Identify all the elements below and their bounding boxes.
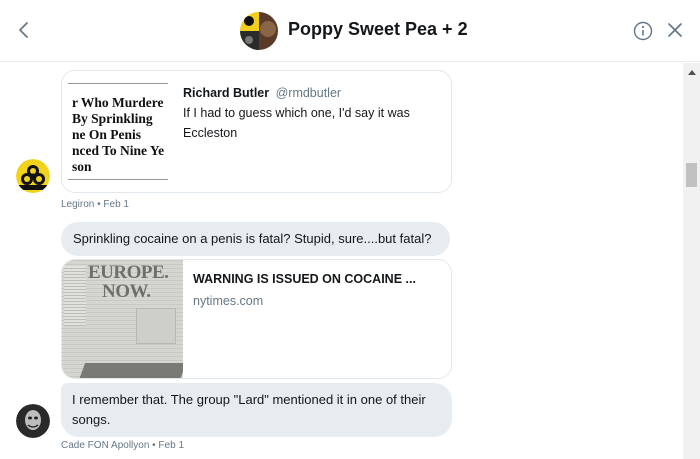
message-bubble: I remember that. The group "Lard" mentio… [61, 383, 452, 437]
tweet-author-handle[interactable]: @rmdbutler [276, 86, 342, 100]
mask-icon [16, 404, 50, 438]
headline-line: nced To Nine Ye [72, 143, 165, 158]
link-title[interactable]: WARNING IS ISSUED ON COCAINE ... [193, 272, 443, 286]
thumb-heading: NOW. [102, 281, 151, 302]
headline-line: r Who Murdere [72, 95, 164, 110]
caret-up-icon [687, 69, 696, 75]
back-button[interactable] [10, 16, 38, 44]
headline-line: By Sprinkling [72, 111, 153, 126]
headline-line: son [72, 159, 92, 174]
avatar[interactable] [16, 159, 50, 193]
tweet-body: Richard Butler @rmdbutler If I had to gu… [183, 84, 445, 143]
scrollbar[interactable] [683, 63, 700, 459]
headline-line: ne On Penis [72, 127, 142, 142]
group-avatar [240, 12, 278, 50]
thumb-heading: EUROPE. [88, 262, 169, 283]
info-button[interactable] [633, 21, 657, 45]
close-icon [668, 23, 682, 37]
tweet-author-name[interactable]: Richard Butler [183, 86, 269, 100]
conversation-header: Poppy Sweet Pea + 2 [0, 0, 700, 62]
message-meta: Legiron • Feb 1 [61, 199, 129, 210]
scroll-up-arrow[interactable] [683, 63, 700, 80]
message-meta: Cade FON Apollyon • Feb 1 [61, 440, 185, 451]
quoted-tweet-card[interactable]: r Who Murdere By Sprinkling ne On Penis … [61, 70, 452, 193]
link-thumbnail: EUROPE. NOW. [62, 260, 183, 378]
info-icon [633, 21, 653, 41]
conversation-title: Poppy Sweet Pea + 2 [288, 19, 468, 39]
avatar[interactable] [16, 404, 50, 438]
tweet-text: If I had to guess which one, I'd say it … [183, 106, 410, 140]
tweet-thumbnail: r Who Murdere By Sprinkling ne On Penis … [62, 71, 178, 192]
link-preview-card[interactable]: EUROPE. NOW. WARNING IS ISSUED ON COCAIN… [61, 259, 452, 379]
chevron-left-icon [19, 22, 28, 38]
scrollbar-thumb[interactable] [686, 163, 697, 187]
link-domain: nytimes.com [193, 294, 264, 308]
biohazard-icon [16, 159, 50, 193]
close-button[interactable] [666, 21, 688, 43]
message-bubble: Sprinkling cocaine on a penis is fatal? … [61, 222, 450, 256]
